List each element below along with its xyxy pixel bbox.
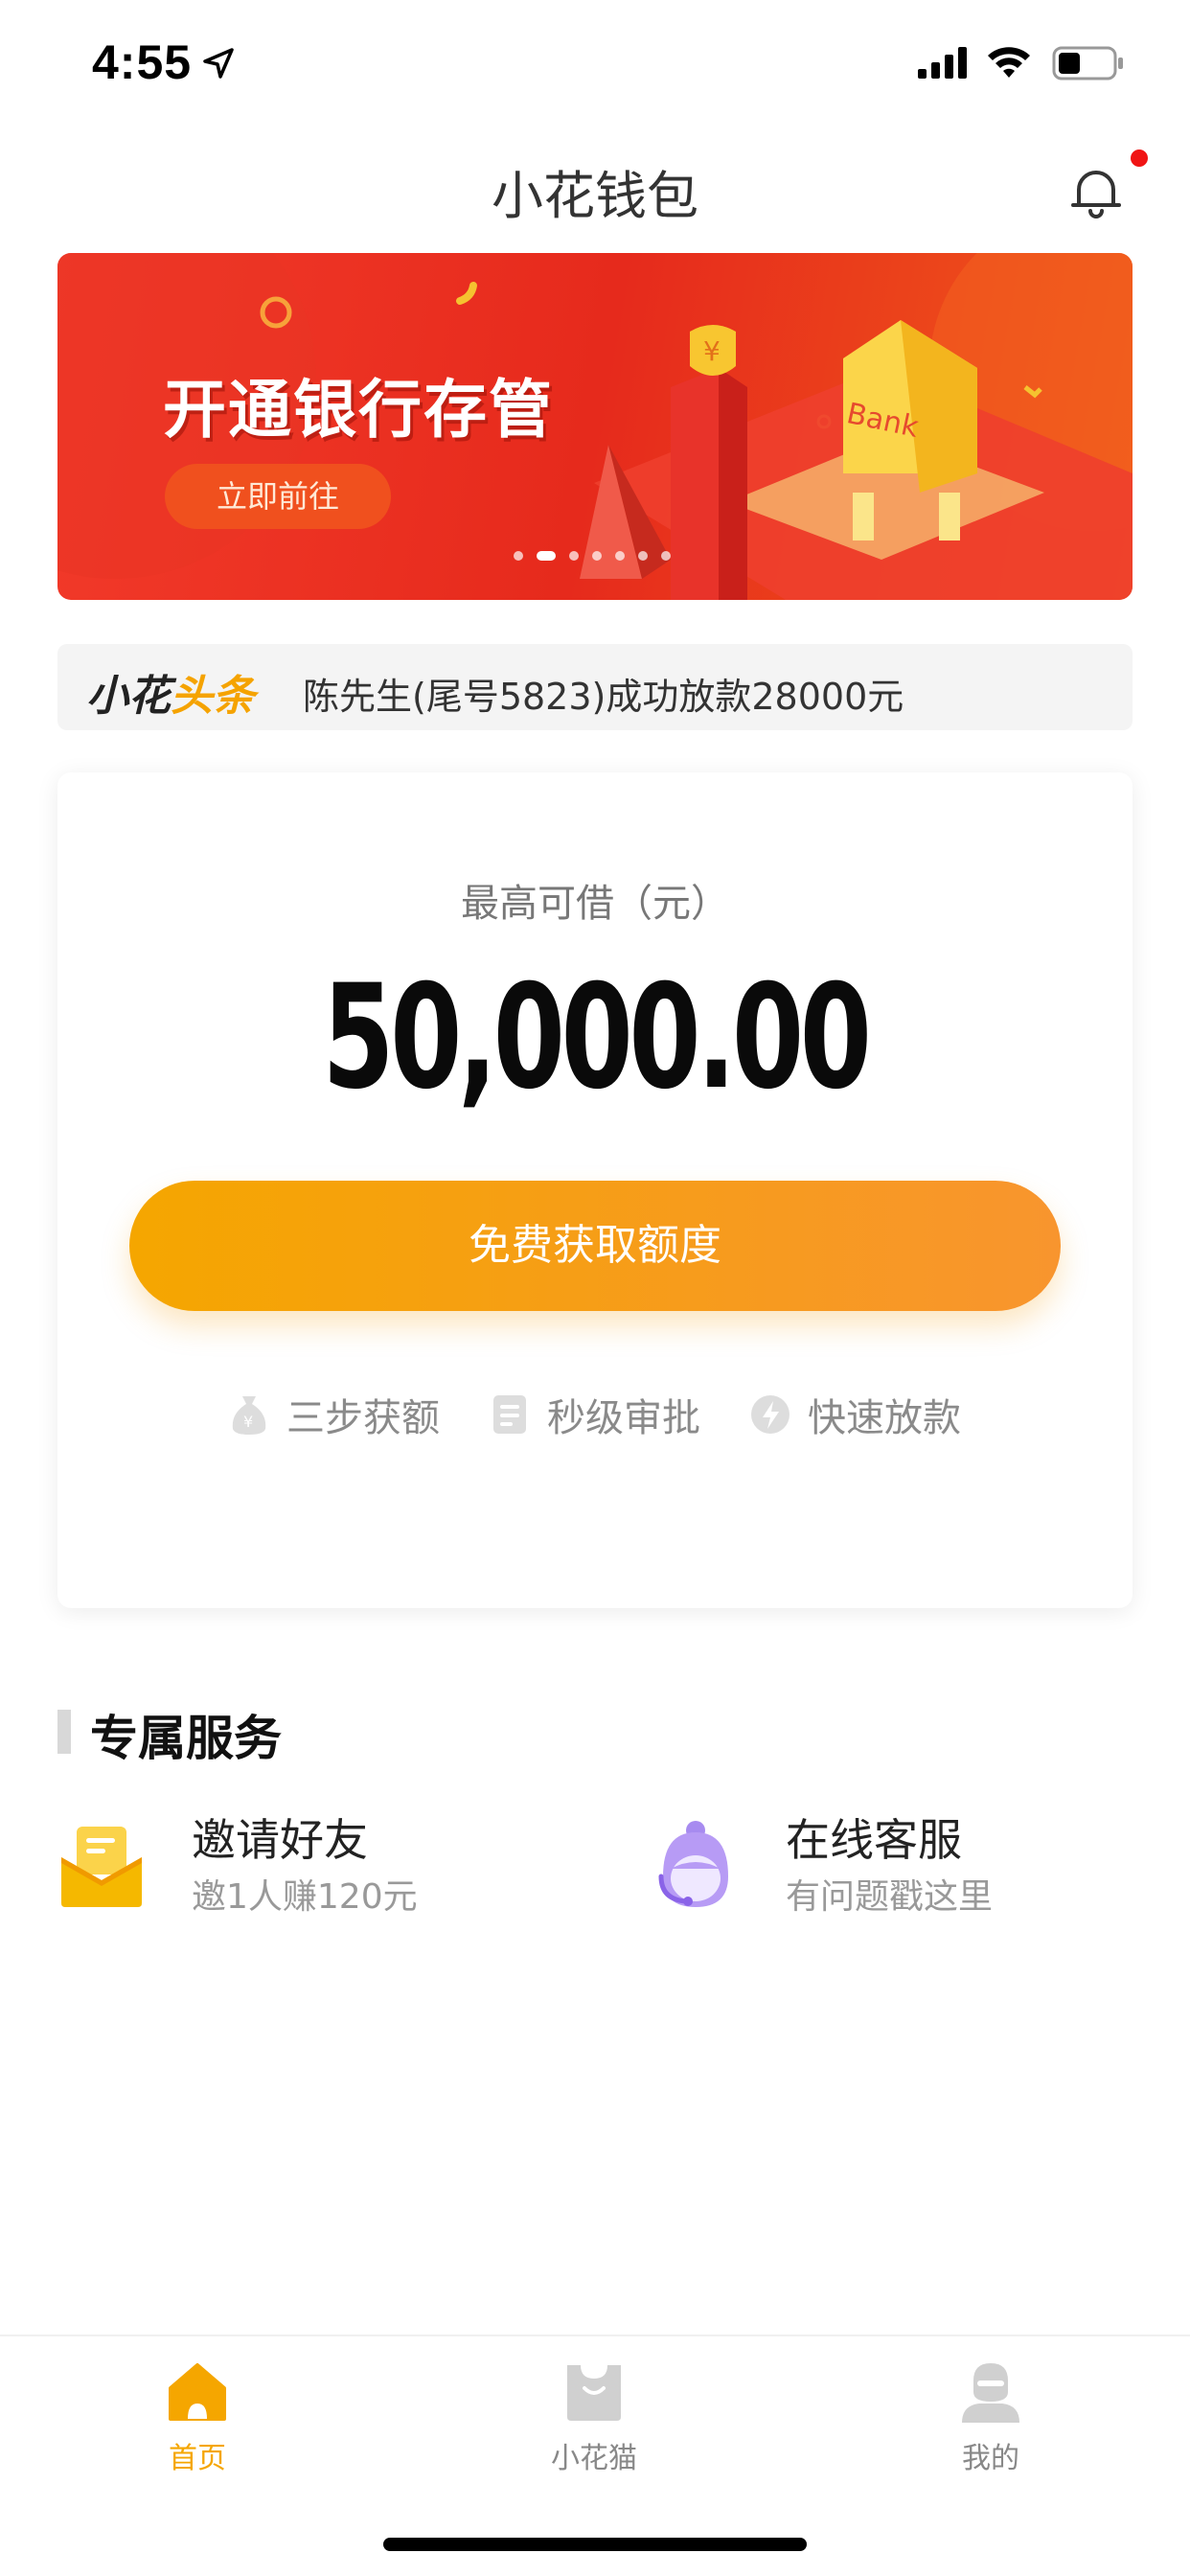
page-title: 小花钱包 (492, 166, 698, 226)
ticker-brand: 小花头条 (86, 661, 255, 723)
tab-xiaohuamao[interactable]: 小花猫 (498, 2359, 690, 2476)
banner-dot[interactable] (592, 551, 602, 561)
bag-icon (567, 2365, 621, 2421)
wifi-icon (988, 47, 1030, 78)
banner-pagination (514, 550, 671, 562)
banner-dot[interactable] (661, 551, 671, 561)
tab-label: 首页 (169, 2442, 226, 2475)
tab-label: 我的 (962, 2442, 1019, 2475)
feature-list: ¥ 三步获额 秒级审批 快速放款 (57, 1386, 1133, 1443)
banner-dot[interactable] (514, 551, 523, 561)
service-subtitle: 有问题戳这里 (786, 1877, 994, 1917)
tab-mine[interactable]: 我的 (895, 2359, 1087, 2476)
money-bag-icon: ¥ (232, 1396, 266, 1435)
location-arrow-icon (203, 48, 234, 79)
envelope-icon (61, 1827, 142, 1907)
feature-label: 三步获额 (286, 1396, 440, 1440)
feature-item: 快速放款 (750, 1386, 961, 1443)
loan-card: 最高可借（元） 50,000.00 免费获取额度 ¥ 三步获额 秒级审批 快速放… (57, 772, 1133, 1608)
user-icon (962, 2363, 1019, 2423)
services-title: 专属服务 (90, 1711, 282, 1766)
service-title: 在线客服 (786, 1814, 962, 1866)
home-icon (169, 2363, 226, 2421)
headline-ticker[interactable]: 小花头条 陈先生(尾号5823)成功放款28000元 (57, 644, 1133, 730)
document-icon (493, 1395, 526, 1434)
feature-label: 快速放款 (808, 1396, 961, 1440)
banner-go-button[interactable]: 立即前往 (165, 464, 391, 529)
banner-title: 开通银行存管 (163, 373, 554, 447)
customer-service-icon (658, 1821, 728, 1907)
svg-text:¥: ¥ (243, 1413, 253, 1431)
online-support-item[interactable]: 在线客服 有问题戳这里 (652, 1802, 1131, 1926)
home-indicator[interactable] (383, 2538, 807, 2551)
battery-icon (1052, 46, 1123, 80)
max-loan-label: 最高可借（元） (461, 882, 729, 926)
bell-icon[interactable] (1065, 161, 1127, 222)
banner-dot[interactable] (638, 551, 648, 561)
get-credit-button[interactable]: 免费获取额度 (129, 1181, 1061, 1311)
cellular-signal-icon (918, 47, 967, 79)
ticker-message: 陈先生(尾号5823)成功放款28000元 (303, 676, 904, 718)
service-title: 邀请好友 (192, 1814, 368, 1866)
banner-dot-active[interactable] (537, 551, 556, 561)
notification-badge (1131, 150, 1148, 167)
tab-label: 小花猫 (551, 2442, 637, 2475)
service-subtitle: 邀1人赚120元 (192, 1877, 418, 1917)
banner-dot[interactable] (615, 551, 625, 561)
banner-dot[interactable] (569, 551, 579, 561)
svg-text:¥: ¥ (703, 335, 721, 367)
feature-label: 秒级审批 (547, 1396, 700, 1440)
ticker-brand-part2: 头条 (171, 672, 255, 721)
invite-friends-item[interactable]: 邀请好友 邀1人赚120元 (57, 1802, 594, 1926)
promo-banner[interactable]: ¥ Bank 开通银行存管 立即前往 (57, 253, 1133, 600)
section-marker (57, 1710, 71, 1754)
ticker-brand-part1: 小花 (86, 672, 171, 721)
tab-home[interactable]: 首页 (102, 2359, 293, 2476)
status-bar: 4:55 (0, 0, 1190, 126)
max-loan-amount: 50,000.00 (322, 954, 872, 1121)
status-time: 4:55 (92, 35, 193, 89)
feature-item: ¥ 三步获额 (229, 1386, 440, 1443)
feature-item: 秒级审批 (490, 1386, 700, 1443)
lightning-icon (751, 1395, 790, 1434)
